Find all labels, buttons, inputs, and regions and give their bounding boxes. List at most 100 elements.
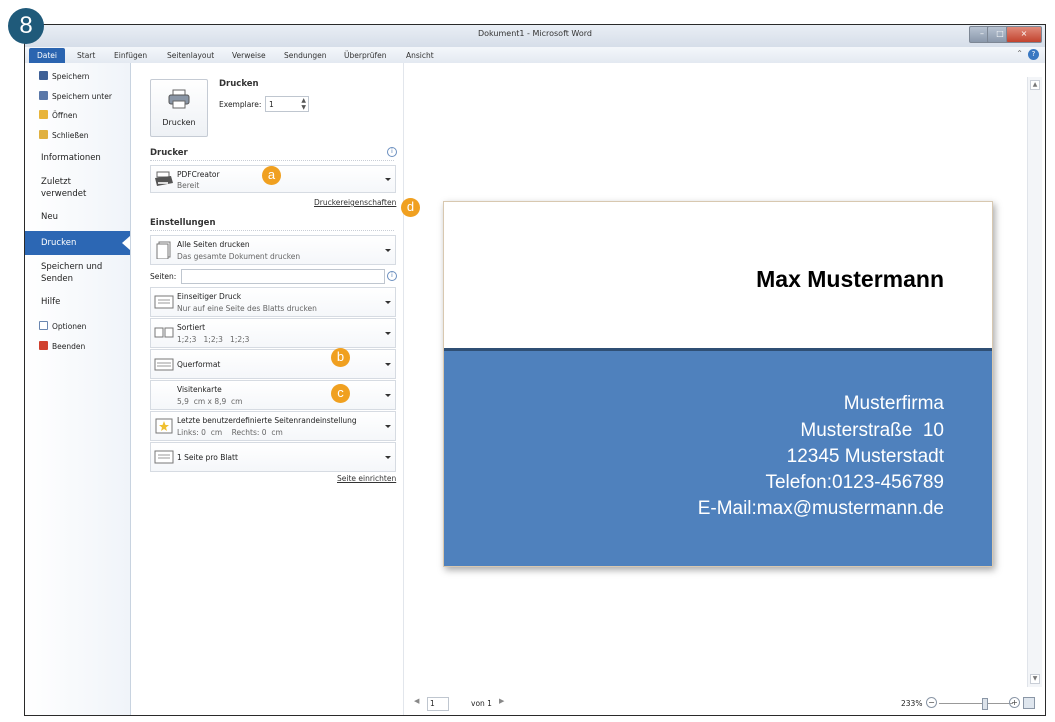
- callout-b: b: [331, 348, 350, 367]
- exit-icon: [39, 341, 48, 350]
- backstage-close[interactable]: Schließen: [39, 130, 89, 140]
- printer-info-icon[interactable]: i: [387, 147, 397, 157]
- orientation-dropdown[interactable]: Querformat: [150, 349, 396, 379]
- all-pages-icon: [156, 241, 171, 259]
- copies-value: 1: [269, 100, 274, 109]
- next-page-icon[interactable]: ▶: [499, 697, 504, 705]
- title-bar: Dokument1 - Microsoft Word – □ ×: [25, 25, 1045, 47]
- card-company: Musterfirma: [843, 393, 944, 414]
- chevron-down-icon: [385, 332, 391, 335]
- close-folder-icon: [39, 130, 48, 139]
- backstage-save[interactable]: Speichern: [39, 71, 89, 81]
- collate-dropdown[interactable]: Sortiert 1;2;3 1;2;3 1;2;3: [150, 318, 396, 348]
- zoom-level[interactable]: 233%: [901, 699, 922, 708]
- backstage-save-send[interactable]: Speichern und Senden: [41, 261, 102, 285]
- printer-device-icon: [155, 171, 173, 186]
- previous-page-icon[interactable]: ◀: [414, 697, 419, 705]
- backstage-nav: Speichern Speichern unter Öffnen Schließ…: [25, 63, 131, 715]
- callout-a: a: [262, 166, 281, 185]
- backstage-help[interactable]: Hilfe: [41, 296, 60, 308]
- backstage-recent[interactable]: Zuletzt verwendet: [41, 176, 86, 200]
- spinner-arrows-icon[interactable]: ▲ ▼: [301, 97, 306, 111]
- tab-ansicht[interactable]: Ansicht: [400, 48, 440, 63]
- printer-heading: Drucker: [150, 148, 188, 158]
- print-button[interactable]: Drucken: [150, 79, 208, 137]
- open-folder-icon: [39, 110, 48, 119]
- card-name: Max Mustermann: [756, 266, 944, 292]
- divider: [150, 230, 394, 231]
- page-setup-link[interactable]: Seite einrichten: [337, 474, 396, 483]
- help-icon[interactable]: ?: [1028, 49, 1039, 60]
- save-as-icon: [39, 91, 48, 100]
- print-options-panel: Drucken Drucken Exemplare: 1 ▲ ▼ Drucker …: [131, 63, 404, 715]
- print-heading: Drucken: [219, 79, 259, 89]
- zoom-slider-track[interactable]: [939, 703, 1013, 704]
- sides-dropdown[interactable]: Einseitiger Druck Nur auf eine Seite des…: [150, 287, 396, 317]
- callout-c: c: [331, 384, 350, 403]
- backstage-exit[interactable]: Beenden: [39, 341, 85, 351]
- backstage-print[interactable]: Drucken: [41, 237, 76, 249]
- ribbon-tabs: Datei Start Einfügen Seitenlayout Verwei…: [25, 47, 1045, 64]
- scroll-up-icon[interactable]: ▲: [1030, 80, 1040, 90]
- backstage-open[interactable]: Öffnen: [39, 110, 77, 120]
- one-sided-icon: [154, 295, 174, 309]
- tab-ueberpruefen[interactable]: Überprüfen: [338, 48, 393, 63]
- close-button[interactable]: ×: [1006, 26, 1042, 43]
- zoom-to-page-icon[interactable]: [1023, 697, 1035, 709]
- business-card-preview: Max Mustermann Musterfirma Musterstraße …: [443, 201, 993, 567]
- card-email: E-Mail:max@mustermann.de: [697, 498, 944, 519]
- selection-arrow-icon: [122, 236, 130, 250]
- tab-datei[interactable]: Datei: [29, 48, 66, 63]
- printer-status: Bereit: [177, 181, 200, 190]
- tab-start[interactable]: Start: [71, 48, 101, 63]
- pages-label: Seiten:: [150, 272, 177, 281]
- print-range-dropdown[interactable]: Alle Seiten drucken Das gesamte Dokument…: [150, 235, 396, 265]
- paper-size-dropdown[interactable]: Visitenkarte 5,9 cm x 8,9 cm: [150, 380, 396, 410]
- chevron-down-icon: [385, 178, 391, 181]
- zoom-slider-thumb[interactable]: [982, 698, 988, 710]
- window-title: Dokument1 - Microsoft Word: [477, 29, 592, 38]
- card-city: 12345 Musterstadt: [786, 446, 944, 467]
- collated-icon: [154, 327, 174, 338]
- zoom-in-icon[interactable]: +: [1009, 697, 1020, 708]
- margins-dropdown[interactable]: Letzte benutzerdefinierte Seitenrandeins…: [150, 411, 396, 441]
- page-count: von 1: [471, 699, 492, 708]
- backstage-info[interactable]: Informationen: [41, 152, 101, 164]
- printer-name: PDFCreator: [177, 170, 220, 179]
- chevron-down-icon: [385, 425, 391, 428]
- one-page-per-sheet-icon: [154, 450, 174, 464]
- pages-input[interactable]: [181, 269, 385, 284]
- card-phone: Telefon:0123-456789: [765, 472, 944, 493]
- printer-properties-link[interactable]: Druckereigenschaften: [314, 198, 396, 207]
- printer-icon: [168, 89, 190, 109]
- word-window: Dokument1 - Microsoft Word – □ × Datei S…: [24, 24, 1046, 716]
- chevron-down-icon: [385, 301, 391, 304]
- save-icon: [39, 71, 48, 80]
- callout-d: d: [401, 198, 420, 217]
- chevron-down-icon: [385, 456, 391, 459]
- copies-spinner[interactable]: 1 ▲ ▼: [265, 96, 309, 112]
- backstage-options[interactable]: Optionen: [39, 321, 86, 331]
- pages-info-icon[interactable]: i: [387, 271, 397, 281]
- backstage-save-as[interactable]: Speichern unter: [39, 91, 112, 101]
- chevron-down-icon: [385, 249, 391, 252]
- tab-einfuegen[interactable]: Einfügen: [108, 48, 153, 63]
- copies-label: Exemplare:: [219, 100, 262, 109]
- options-icon: [39, 321, 48, 330]
- tab-seitenlayout[interactable]: Seitenlayout: [161, 48, 220, 63]
- card-street: Musterstraße 10: [800, 420, 944, 441]
- zoom-out-icon[interactable]: −: [926, 697, 937, 708]
- tab-sendungen[interactable]: Sendungen: [278, 48, 333, 63]
- step-number-badge: 8: [8, 8, 44, 44]
- landscape-icon: [154, 358, 174, 371]
- custom-margins-icon: [155, 418, 173, 434]
- minimize-ribbon-icon[interactable]: ⌃: [1016, 49, 1023, 58]
- tab-verweise[interactable]: Verweise: [226, 48, 272, 63]
- chevron-down-icon: [385, 394, 391, 397]
- vertical-scrollbar[interactable]: ▲ ▼: [1027, 77, 1042, 687]
- page-number-input[interactable]: 1: [427, 697, 449, 711]
- scroll-down-icon[interactable]: ▼: [1030, 674, 1040, 684]
- backstage-new[interactable]: Neu: [41, 211, 58, 223]
- divider: [150, 160, 394, 161]
- pages-per-sheet-dropdown[interactable]: 1 Seite pro Blatt: [150, 442, 396, 472]
